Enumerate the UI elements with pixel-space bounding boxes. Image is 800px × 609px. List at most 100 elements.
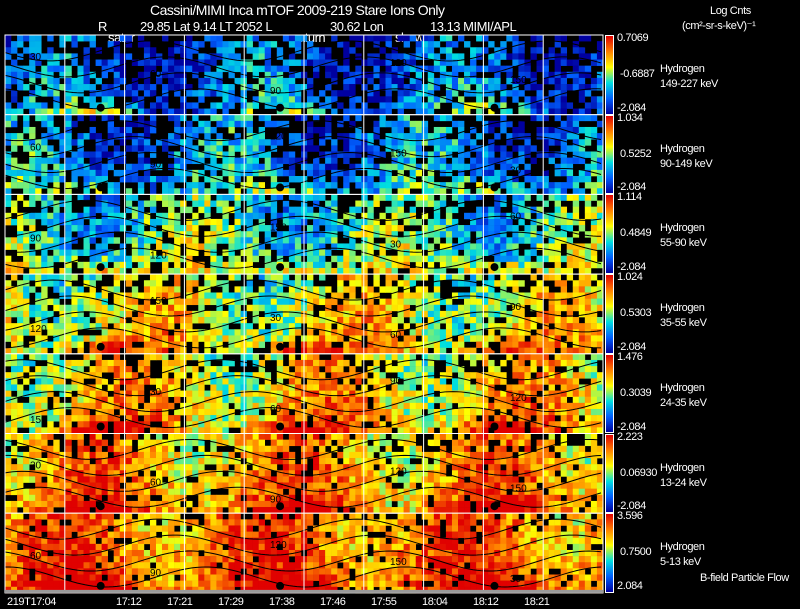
heatmap-cell bbox=[71, 359, 78, 367]
heatmap-cell bbox=[41, 53, 48, 60]
heatmap-cell bbox=[174, 157, 181, 165]
heatmap-cell bbox=[47, 433, 54, 440]
heatmap-cell bbox=[131, 286, 139, 293]
heatmap-cell bbox=[258, 163, 266, 171]
heatmap-cell bbox=[23, 255, 30, 263]
heatmap-cell bbox=[530, 47, 537, 54]
heatmap-cell bbox=[439, 77, 447, 85]
heatmap-cell bbox=[23, 126, 30, 134]
heatmap-cell bbox=[234, 139, 241, 146]
heatmap-cell bbox=[319, 274, 326, 281]
heatmap-cell bbox=[331, 310, 338, 318]
heatmap-cell bbox=[518, 90, 525, 97]
heatmap-cell bbox=[385, 317, 392, 324]
heatmap-cell bbox=[246, 194, 253, 201]
heatmap-cell bbox=[596, 41, 604, 48]
heatmap-cell bbox=[168, 427, 175, 434]
heatmap-cell bbox=[361, 433, 368, 440]
heatmap-cell bbox=[488, 218, 495, 226]
heatmap-cell bbox=[143, 359, 151, 367]
heatmap-cell bbox=[470, 225, 477, 232]
heatmap-cell bbox=[77, 249, 84, 256]
heatmap-cell bbox=[500, 274, 507, 281]
heatmap-cell bbox=[325, 53, 332, 60]
heatmap-cell bbox=[548, 243, 555, 250]
heatmap-cell bbox=[95, 59, 102, 66]
heatmap-cell bbox=[488, 90, 495, 97]
heatmap-cell bbox=[451, 65, 459, 73]
heatmap-cell bbox=[343, 347, 350, 355]
heatmap-cell bbox=[572, 84, 580, 91]
heatmap-cell bbox=[77, 421, 84, 428]
heatmap-cell bbox=[530, 323, 537, 330]
heatmap-cell bbox=[71, 120, 78, 128]
heatmap-cell bbox=[421, 274, 429, 281]
heatmap-cell bbox=[204, 218, 211, 226]
heatmap-cell bbox=[325, 84, 332, 91]
heatmap-cell bbox=[464, 353, 471, 361]
heatmap-cell bbox=[548, 77, 555, 85]
heatmap-cell bbox=[361, 317, 368, 324]
heatmap-cell bbox=[403, 310, 410, 318]
heatmap-cell bbox=[264, 390, 272, 398]
heatmap-cell bbox=[337, 402, 344, 410]
heatmap-cell bbox=[125, 35, 133, 42]
heatmap-cell bbox=[421, 108, 429, 115]
heatmap-cell bbox=[125, 200, 133, 207]
heatmap-cell bbox=[168, 323, 175, 330]
heatmap-cell bbox=[282, 157, 290, 165]
heatmap-cell bbox=[319, 163, 326, 171]
heatmap-cell bbox=[548, 396, 555, 404]
heatmap-cell bbox=[470, 261, 477, 269]
heatmap-cell bbox=[331, 384, 338, 391]
heatmap-cell bbox=[313, 372, 320, 379]
heatmap-cell bbox=[95, 274, 102, 281]
heatmap-cell bbox=[451, 108, 459, 115]
heatmap-cell bbox=[355, 310, 362, 318]
heatmap-cell bbox=[572, 378, 580, 385]
heatmap-cell bbox=[288, 353, 296, 361]
heatmap-cell bbox=[162, 353, 169, 361]
heatmap-cell bbox=[439, 218, 447, 226]
heatmap-cell bbox=[518, 145, 525, 152]
heatmap-cell bbox=[168, 182, 175, 189]
heatmap-cell bbox=[439, 267, 447, 275]
heatmap-cell bbox=[204, 194, 211, 201]
heatmap-cell bbox=[379, 194, 386, 201]
heatmap-cell bbox=[71, 108, 78, 115]
heatmap-cell bbox=[77, 359, 84, 367]
heatmap-cell bbox=[560, 372, 568, 379]
heatmap-cell bbox=[518, 408, 525, 416]
heatmap-cell bbox=[294, 433, 302, 440]
heatmap-cell bbox=[53, 408, 60, 416]
heatmap-cell bbox=[590, 415, 598, 422]
heatmap-cell bbox=[349, 231, 356, 238]
heatmap-cell bbox=[198, 402, 205, 410]
heatmap-cell bbox=[162, 176, 169, 183]
heatmap-cell bbox=[5, 402, 12, 410]
heatmap-cell bbox=[307, 96, 314, 103]
heatmap-cell bbox=[530, 366, 537, 373]
heatmap-cell bbox=[464, 90, 471, 97]
heatmap-cell bbox=[464, 427, 471, 434]
heatmap-cell bbox=[421, 267, 429, 275]
heatmap-cell bbox=[427, 84, 435, 91]
heatmap-cell bbox=[149, 353, 157, 361]
heatmap-cell bbox=[186, 274, 193, 281]
heatmap-cell bbox=[313, 157, 320, 165]
heatmap-cell bbox=[11, 120, 18, 128]
heatmap-cell bbox=[421, 200, 429, 207]
heatmap-cell bbox=[168, 77, 175, 85]
heatmap-cell bbox=[578, 353, 586, 361]
heatmap-cell bbox=[530, 286, 537, 293]
heatmap-cell bbox=[101, 323, 108, 330]
heatmap-cell bbox=[222, 310, 229, 318]
heatmap-cell bbox=[349, 384, 356, 391]
heatmap-cell bbox=[168, 114, 175, 122]
heatmap-cell bbox=[355, 353, 362, 361]
heatmap-cell bbox=[458, 139, 465, 146]
heatmap-cell bbox=[288, 102, 296, 109]
heatmap-cell bbox=[162, 243, 169, 250]
heatmap-cell bbox=[331, 298, 338, 306]
heatmap-cell bbox=[131, 194, 139, 201]
